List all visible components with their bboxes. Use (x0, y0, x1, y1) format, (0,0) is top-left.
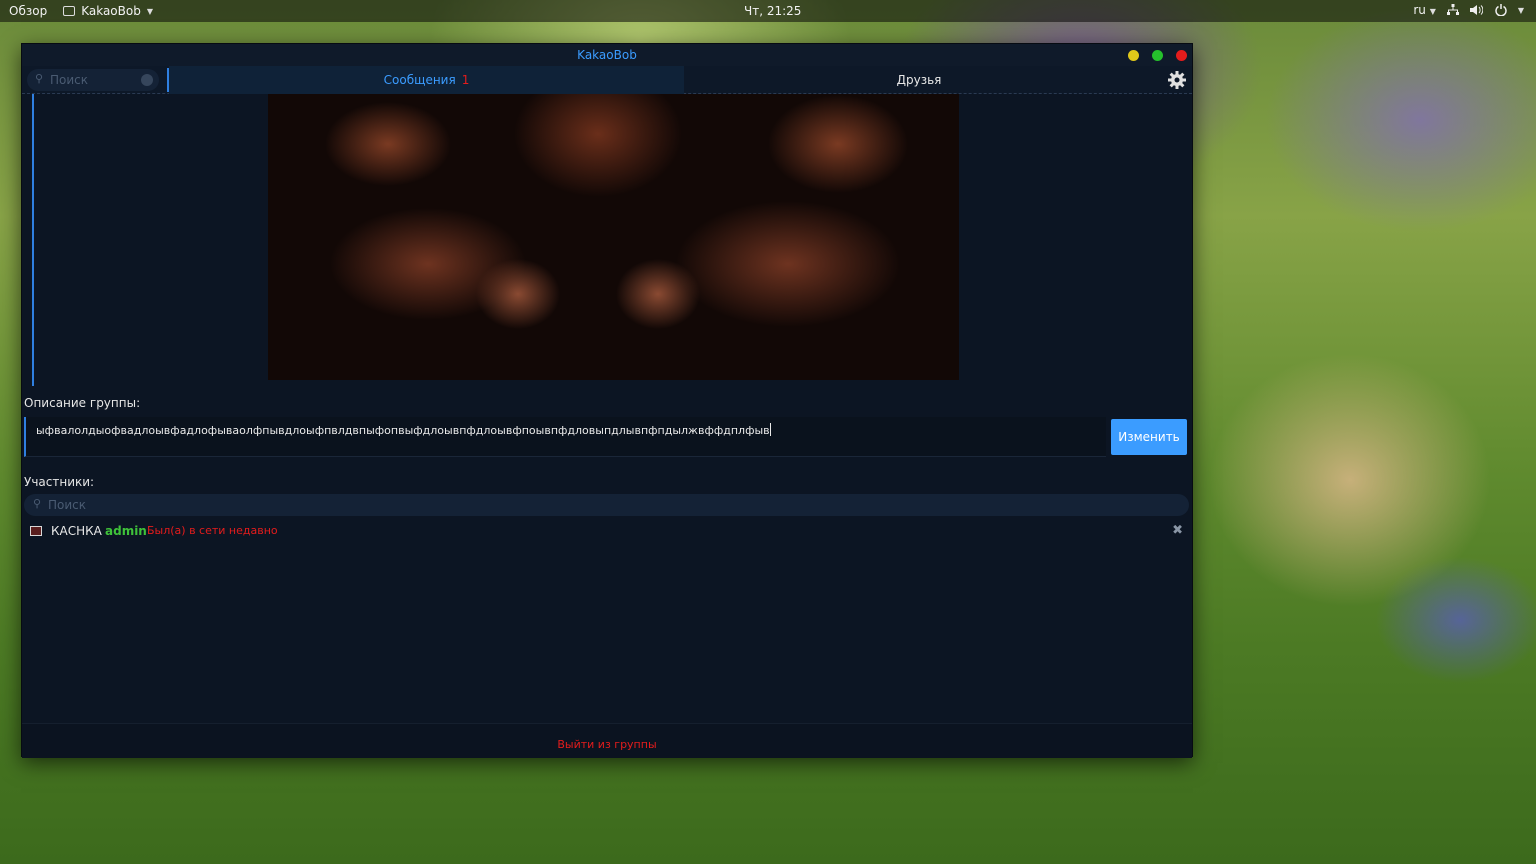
text-cursor (769, 423, 771, 436)
system-top-bar: Обзор KakaoBob ▼ Чт, 21:25 ru ▼ ▼ (0, 0, 1536, 22)
app-menu-label: KakaoBob (81, 4, 141, 18)
clear-search-icon[interactable] (141, 74, 153, 86)
unread-badge: 1 (461, 73, 470, 87)
group-description-field[interactable]: ыфвалолдыофвадлоывфадлофываолфпывдлоыфпв… (24, 417, 1106, 457)
search-icon: ⚲ (35, 72, 44, 85)
tab-bar: ⚲ Поиск Сообщения 1 Друзья (22, 66, 1192, 94)
group-settings-panel: Описание группы: ыфвалолдыофвадлоывфадло… (22, 94, 1192, 758)
scroll-accent (32, 94, 34, 386)
footer-bar: Выйти из группы (22, 723, 1192, 758)
clock[interactable]: Чт, 21:25 (744, 4, 801, 18)
close-icon[interactable]: ✖ (1172, 523, 1183, 538)
maximize-button[interactable] (1152, 50, 1163, 61)
close-button[interactable] (1176, 50, 1187, 61)
window-title: KakaoBob (577, 48, 637, 62)
app-icon (63, 6, 76, 16)
description-label: Описание группы: (24, 396, 141, 410)
members-label: Участники: (24, 475, 95, 489)
leave-group-button[interactable]: Выйти из группы (22, 738, 1192, 751)
activities-button[interactable]: Обзор (9, 4, 47, 18)
member-name: КАСНКА (51, 524, 102, 538)
member-role-badge: admin (105, 524, 147, 538)
app-menu-button[interactable]: KakaoBob ▼ (63, 4, 153, 18)
tab-messages-label: Сообщения (383, 73, 456, 87)
language-indicator[interactable]: ru ▼ (1413, 3, 1436, 17)
window-titlebar[interactable]: KakaoBob (22, 44, 1192, 66)
volume-icon[interactable] (1470, 3, 1484, 17)
search-placeholder: Поиск (48, 498, 87, 512)
chevron-down-icon: ▼ (146, 6, 153, 16)
member-row[interactable]: КАСНКА admin Был(а) в сети недавно ✖ (30, 522, 1187, 542)
minimize-button[interactable] (1128, 50, 1139, 61)
change-description-button[interactable]: Изменить (1111, 419, 1187, 455)
tab-friends[interactable]: Друзья (684, 66, 1154, 94)
tab-messages[interactable]: Сообщения 1 (169, 66, 684, 94)
gear-icon[interactable] (1167, 70, 1187, 90)
chevron-down-icon: ▼ (1429, 7, 1436, 16)
language-label: ru (1413, 3, 1426, 17)
app-window: KakaoBob ⚲ Поиск Сообщения 1 Друзья Опис… (21, 43, 1193, 758)
search-icon: ⚲ (33, 497, 42, 510)
search-placeholder: Поиск (50, 73, 89, 87)
member-status: Был(а) в сети недавно (147, 524, 278, 537)
avatar (30, 526, 42, 536)
group-avatar-image[interactable] (268, 94, 959, 380)
power-icon[interactable] (1494, 3, 1508, 17)
chevron-down-icon[interactable]: ▼ (1518, 6, 1524, 15)
description-value: ыфвалолдыофвадлоывфадлофываолфпывдлоыфпв… (36, 424, 770, 437)
sidebar-search-input[interactable]: ⚲ Поиск (27, 69, 159, 91)
members-search-input[interactable]: ⚲ Поиск (24, 494, 1189, 516)
network-icon[interactable] (1446, 3, 1460, 17)
